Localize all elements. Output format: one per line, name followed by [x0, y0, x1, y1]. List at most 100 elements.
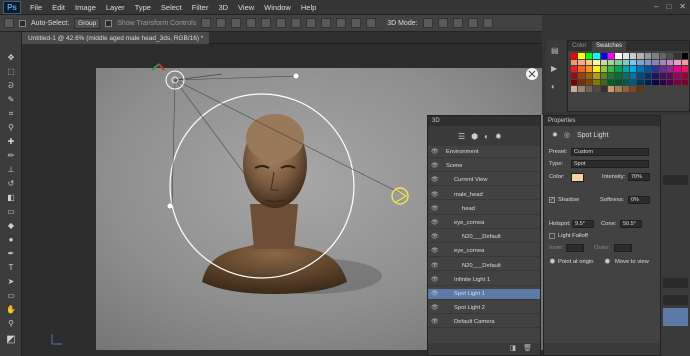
color-swatch[interactable] — [607, 73, 615, 79]
softness-field[interactable]: 0% — [628, 196, 650, 204]
color-swatch[interactable] — [593, 86, 600, 93]
color-swatch[interactable] — [593, 79, 600, 86]
scene-tree-row[interactable]: 👁 Environment — [428, 147, 540, 158]
color-swatch[interactable] — [622, 86, 629, 93]
show-transform-checkbox[interactable] — [105, 19, 113, 27]
color-swatch[interactable] — [637, 86, 644, 93]
visibility-eye-icon[interactable]: 👁 — [431, 161, 439, 172]
color-swatch[interactable] — [666, 53, 674, 59]
distribute-middle-icon[interactable] — [306, 18, 317, 28]
color-swatch[interactable] — [674, 59, 681, 66]
type-tool-icon[interactable]: T — [4, 262, 18, 273]
color-swatch[interactable] — [652, 73, 659, 79]
visibility-eye-icon[interactable]: 👁 — [431, 317, 439, 328]
color-swatch[interactable] — [644, 59, 652, 66]
history-brush-tool-icon[interactable]: ↺ — [4, 178, 18, 189]
color-swatch[interactable] — [644, 53, 652, 59]
scene-tree-row[interactable]: 👁 Current View — [428, 175, 540, 187]
menu-file[interactable]: File — [25, 3, 47, 12]
color-swatch[interactable] — [652, 53, 659, 59]
hotspot-field[interactable]: 9.5° — [572, 220, 594, 228]
color-swatch[interactable] — [600, 86, 607, 93]
document-tab[interactable]: Untitled-1 @ 42.6% (middle aged male hea… — [22, 32, 210, 44]
whole-scene-filter-icon[interactable]: ☰ — [458, 132, 465, 141]
visibility-eye-icon[interactable]: 👁 — [431, 204, 439, 215]
color-swatch[interactable] — [578, 66, 585, 73]
collapsed-layer-thumb[interactable] — [663, 308, 688, 326]
menu-view[interactable]: View — [233, 3, 259, 12]
color-swatch[interactable] — [674, 79, 681, 86]
3d-panel-tab[interactable]: 3D — [428, 116, 540, 126]
color-swatch[interactable] — [607, 66, 615, 73]
scale-3d-icon[interactable] — [482, 18, 493, 28]
visibility-eye-icon[interactable]: 👁 — [431, 218, 439, 229]
gizmo-handle-left[interactable] — [167, 203, 173, 209]
align-top-icon[interactable] — [201, 18, 212, 28]
visibility-eye-icon[interactable]: 👁 — [431, 303, 439, 314]
foreground-background-color-icon[interactable]: ◩ — [4, 334, 18, 345]
blur-tool-icon[interactable]: ◆ — [4, 220, 18, 231]
actions-panel-icon[interactable]: ▶ — [551, 64, 557, 73]
color-swatch[interactable] — [571, 79, 578, 86]
color-swatch[interactable] — [630, 73, 637, 79]
hand-tool-icon[interactable]: ✋ — [4, 304, 18, 315]
lights-filter-icon[interactable]: ✹ — [495, 132, 502, 141]
scene-tree-row[interactable]: 👁 N20___Default — [428, 232, 540, 243]
preset-select[interactable]: Custom — [571, 148, 649, 156]
light-type-select[interactable]: Spot — [571, 160, 649, 168]
maximize-icon[interactable]: □ — [666, 2, 671, 11]
visibility-eye-icon[interactable]: 👁 — [431, 246, 439, 257]
visibility-eye-icon[interactable]: 👁 — [431, 190, 439, 201]
menu-type[interactable]: Type — [130, 3, 156, 12]
color-swatch[interactable] — [615, 73, 622, 79]
color-swatch[interactable] — [659, 59, 666, 66]
color-swatch[interactable] — [600, 73, 607, 79]
color-swatch[interactable] — [615, 53, 622, 59]
color-swatch[interactable] — [593, 73, 600, 79]
healing-brush-tool-icon[interactable]: ✚ — [4, 136, 18, 147]
scene-tree-row[interactable]: 👁 Spot Light 2 — [428, 303, 540, 314]
collapsed-panel-field-2[interactable] — [663, 278, 688, 288]
scene-tree-row[interactable]: 👁 Default Camera — [428, 317, 540, 329]
move-tool-icon[interactable] — [4, 18, 14, 28]
roll-3d-icon[interactable] — [437, 18, 448, 28]
move-to-view-icon[interactable]: ✹ — [604, 257, 611, 266]
visibility-eye-icon[interactable]: 👁 — [431, 147, 439, 158]
color-swatch[interactable] — [630, 79, 637, 86]
light-falloff-checkbox[interactable] — [549, 233, 555, 239]
scene-tree-row[interactable]: 👁 Scene — [428, 161, 540, 172]
color-swatch[interactable] — [578, 86, 585, 93]
align-right-icon[interactable] — [276, 18, 287, 28]
color-swatch[interactable] — [659, 79, 666, 86]
color-swatch[interactable] — [585, 66, 593, 73]
eraser-tool-icon[interactable]: ◧ — [4, 192, 18, 203]
color-swatch[interactable] — [571, 53, 578, 59]
color-swatch[interactable] — [578, 79, 585, 86]
scene-tree-row[interactable]: 👁 N20___Default — [428, 261, 540, 272]
scene-tree-row[interactable]: 👁 eye_cornea — [428, 218, 540, 229]
color-swatch[interactable] — [600, 59, 607, 66]
color-swatch[interactable] — [585, 53, 593, 59]
delete-icon[interactable]: 🗑 — [523, 344, 532, 352]
group-select[interactable]: Group — [74, 17, 101, 29]
color-swatch[interactable] — [600, 53, 607, 59]
color-swatch[interactable] — [615, 86, 622, 93]
color-swatch[interactable] — [585, 73, 593, 79]
scene-tree-row[interactable]: 👁 eye_cornea — [428, 246, 540, 258]
slide-3d-icon[interactable] — [467, 18, 478, 28]
color-swatch[interactable] — [607, 79, 615, 86]
color-swatch[interactable] — [681, 79, 688, 86]
gradient-tool-icon[interactable]: ▭ — [4, 206, 18, 217]
color-swatch[interactable] — [637, 66, 644, 73]
distribute-center-icon[interactable] — [351, 18, 362, 28]
menu-select[interactable]: Select — [156, 3, 187, 12]
new-light-icon[interactable]: ◨ — [509, 344, 516, 352]
color-swatch[interactable] — [681, 53, 688, 59]
color-swatch[interactable] — [615, 79, 622, 86]
visibility-eye-icon[interactable]: 👁 — [431, 175, 439, 186]
color-swatch[interactable] — [630, 86, 637, 93]
color-swatch[interactable] — [600, 66, 607, 73]
color-swatch[interactable] — [607, 59, 615, 66]
close-icon[interactable]: ✕ — [679, 2, 686, 11]
color-swatch[interactable] — [571, 66, 578, 73]
